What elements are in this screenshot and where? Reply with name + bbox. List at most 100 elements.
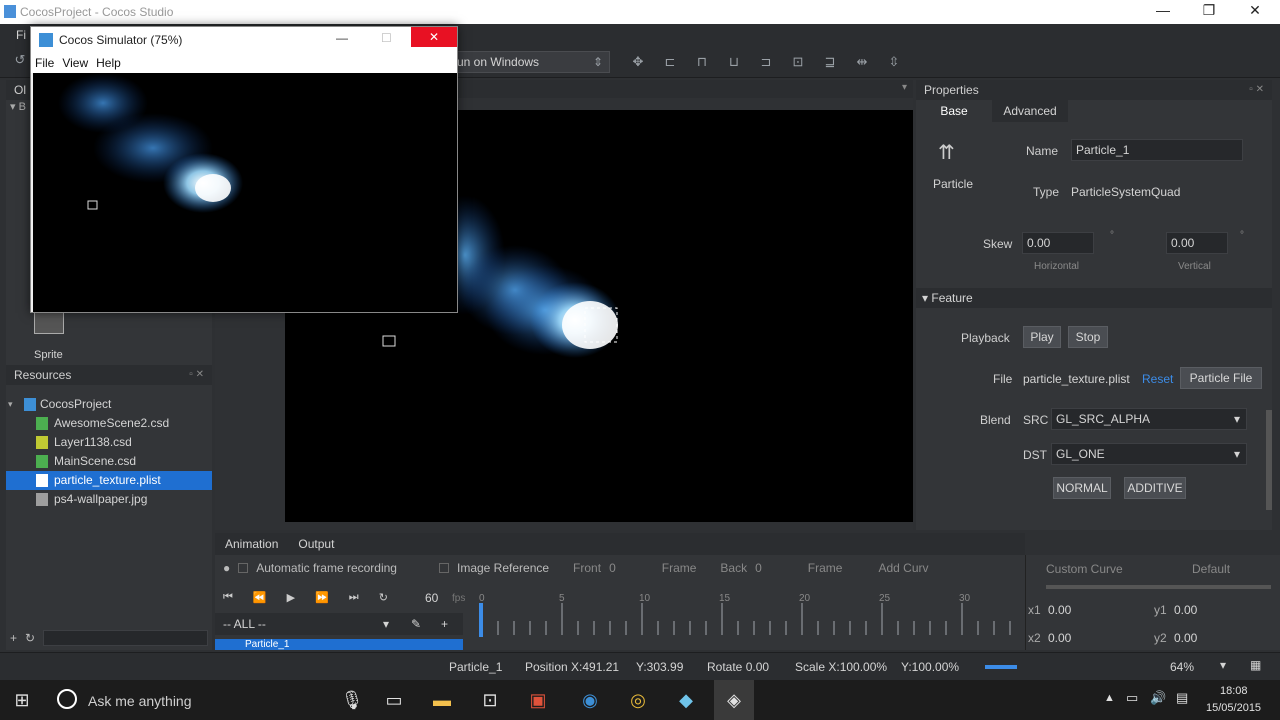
back-value[interactable]: 0 <box>755 561 762 575</box>
resource-file[interactable]: particle_texture.plist <box>6 471 212 490</box>
additive-button[interactable]: ADDITIVE <box>1124 477 1186 499</box>
dst-select[interactable]: GL_ONE ▾ <box>1051 443 1247 465</box>
tab-output[interactable]: Output <box>288 537 344 551</box>
last-frame-icon[interactable]: ⏭ <box>349 591 359 604</box>
tab-advanced[interactable]: Advanced <box>992 100 1068 122</box>
timeline[interactable]: 0 5 10 15 20 25 30 <box>479 593 1021 637</box>
restore-button[interactable]: ❐ <box>1186 2 1232 19</box>
normal-button[interactable]: NORMAL <box>1053 477 1111 499</box>
panel-close-icon[interactable]: ▫ ✕ <box>189 365 204 385</box>
resource-file[interactable]: Layer1138.csd <box>6 433 212 452</box>
next-frame-icon[interactable]: ⏩ <box>315 591 329 604</box>
record-icon[interactable]: ● <box>223 561 230 575</box>
y2-value[interactable]: 0.00 <box>1174 631 1197 645</box>
front-value[interactable]: 0 <box>609 561 616 575</box>
sim-menu-help[interactable]: Help <box>96 56 121 70</box>
sprite-thumbnail[interactable] <box>34 312 64 334</box>
zoom-value[interactable]: 64% <box>1170 660 1194 674</box>
play-icon[interactable]: ▶ <box>287 591 295 604</box>
sim-close-button[interactable]: ✕ <box>411 27 457 47</box>
distribute-h-icon[interactable]: ⇹ <box>852 52 872 72</box>
image-ref-checkbox[interactable] <box>438 563 449 573</box>
add-track-icon[interactable]: + <box>441 613 448 635</box>
panel-close-icon[interactable]: ▫ ✕ <box>1249 80 1264 100</box>
play-button[interactable]: Play <box>1023 326 1061 348</box>
notifications-icon[interactable]: ▤ <box>1176 690 1188 706</box>
zoom-slider[interactable] <box>985 665 1017 669</box>
app-icon-red[interactable]: ▣ <box>518 680 558 720</box>
x1-value[interactable]: 0.00 <box>1048 603 1071 617</box>
cortana-icon[interactable] <box>57 689 77 709</box>
fps-value[interactable]: 60 <box>425 591 438 605</box>
properties-scrollbar[interactable] <box>1266 410 1272 510</box>
filter-select[interactable]: -- ALL -- ▾ ✎ + <box>215 613 463 635</box>
sim-menu-view[interactable]: View <box>62 56 88 70</box>
reset-link[interactable]: Reset <box>1142 372 1173 386</box>
align-left-icon[interactable]: ⊏ <box>660 52 680 72</box>
sim-maximize-button[interactable]: ☐ <box>381 31 392 45</box>
refresh-icon[interactable]: ↻ <box>25 631 35 645</box>
custom-curve-label[interactable]: Custom Curve <box>1046 562 1123 576</box>
expand-icon[interactable]: ▾ <box>8 395 13 414</box>
align-hcenter-icon[interactable]: ⊐ <box>756 52 776 72</box>
close-button[interactable]: ✕ <box>1232 2 1278 19</box>
app-icon-blue[interactable]: ◉ <box>570 680 610 720</box>
resource-file[interactable]: AwesomeScene2.csd <box>6 414 212 433</box>
resource-file[interactable]: ps4-wallpaper.jpg <box>6 490 212 509</box>
sim-menu-file[interactable]: File <box>35 56 54 70</box>
track-row[interactable]: Particle_1 <box>215 639 463 650</box>
move-icon[interactable]: ✥ <box>628 52 648 72</box>
x2-value[interactable]: 0.00 <box>1048 631 1071 645</box>
tab-animation[interactable]: Animation <box>215 537 288 551</box>
distribute-v-icon[interactable]: ⇳ <box>884 52 904 72</box>
cocos-studio-icon[interactable]: ◈ <box>714 680 754 720</box>
grid-icon[interactable]: ▦ <box>1250 658 1261 672</box>
src-select[interactable]: GL_SRC_ALPHA ▾ <box>1051 408 1247 430</box>
minimize-button[interactable]: — <box>1140 2 1186 18</box>
network-icon[interactable]: ▭ <box>1126 690 1138 706</box>
run-target-select[interactable]: un on Windows ⇕ <box>450 51 610 73</box>
add-icon[interactable]: + <box>10 631 17 645</box>
resources-search-input[interactable] <box>43 630 208 646</box>
default-curve-label[interactable]: Default <box>1192 562 1230 576</box>
skew-h-field[interactable]: 0.00 <box>1022 232 1094 254</box>
align-top-icon[interactable]: ⊓ <box>692 52 712 72</box>
menu-file[interactable]: Fi <box>16 28 26 42</box>
align-bottom-icon[interactable]: ⊔ <box>724 52 744 72</box>
task-view-icon[interactable]: ▭ <box>374 680 414 720</box>
align-right-icon[interactable]: ⊒ <box>820 52 840 72</box>
stop-button[interactable]: Stop <box>1068 326 1108 348</box>
timeline-playhead[interactable] <box>479 603 483 637</box>
tray-expand-icon[interactable]: ▲ <box>1104 692 1115 704</box>
app-icon-light[interactable]: ◆ <box>666 680 706 720</box>
auto-record-checkbox[interactable] <box>238 563 249 573</box>
name-field[interactable]: Particle_1 <box>1071 139 1243 161</box>
undo-icon[interactable]: ↺ <box>10 50 30 70</box>
file-explorer-icon[interactable]: ▬ <box>422 680 462 720</box>
prev-frame-icon[interactable]: ⏪ <box>253 591 267 604</box>
first-frame-icon[interactable]: ⏮ <box>223 591 233 604</box>
tree-project[interactable]: ▾ CocosProject <box>6 395 212 414</box>
chrome-icon[interactable]: ◎ <box>618 680 658 720</box>
curve-slider[interactable] <box>1046 585 1271 589</box>
align-vcenter-icon[interactable]: ⊡ <box>788 52 808 72</box>
volume-icon[interactable]: 🔊 <box>1150 690 1166 706</box>
y1-value[interactable]: 0.00 <box>1174 603 1197 617</box>
loop-icon[interactable]: ↻ <box>379 591 388 604</box>
resource-file[interactable]: MainScene.csd <box>6 452 212 471</box>
feature-section[interactable]: ▾ Feature <box>916 288 1272 308</box>
tab-base[interactable]: Base <box>916 104 992 118</box>
edit-icon[interactable]: ✎ <box>411 613 421 635</box>
store-icon[interactable]: ⊡ <box>470 680 510 720</box>
simulator-viewport[interactable] <box>33 73 457 312</box>
tab-dropdown-icon[interactable]: ▾ <box>902 82 907 93</box>
microphone-icon[interactable]: 🎙 <box>332 680 372 720</box>
windows-start-icon[interactable]: ⊞ <box>2 680 42 720</box>
particle-file-button[interactable]: Particle File <box>1180 367 1262 389</box>
skew-v-field[interactable]: 0.00 <box>1166 232 1228 254</box>
clock-date[interactable]: 15/05/2015 <box>1206 702 1261 714</box>
clock-time[interactable]: 18:08 <box>1220 685 1248 697</box>
add-curve-label[interactable]: Add Curv <box>878 561 928 575</box>
taskbar-search[interactable]: Ask me anything <box>88 693 192 709</box>
sim-minimize-button[interactable]: — <box>336 31 348 45</box>
